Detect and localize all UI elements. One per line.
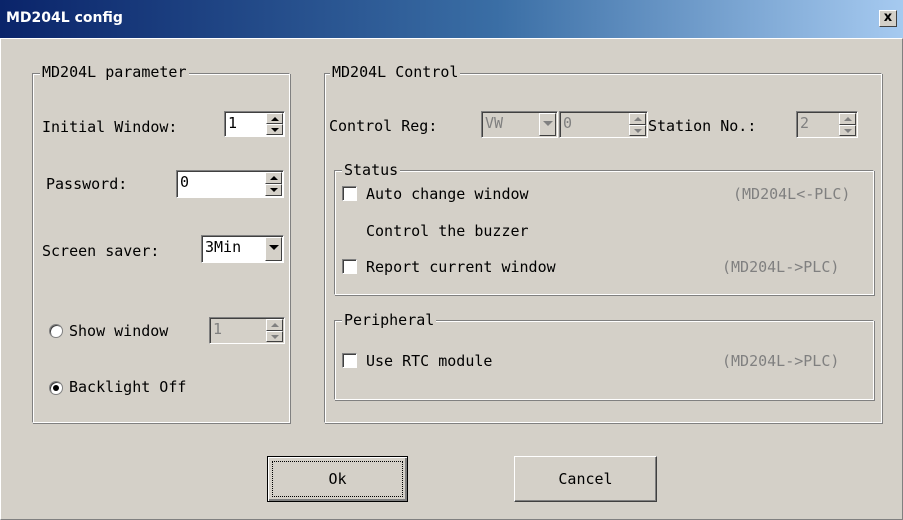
auto-change-direction: (MD204L<-PLC) [733,185,851,203]
show-window-label[interactable]: Show window [69,322,168,340]
window-title: MD204L config [6,10,123,26]
backlight-off-label[interactable]: Backlight Off [69,378,186,396]
station-no-value: 2 [800,114,810,132]
auto-change-label[interactable]: Auto change window [366,185,529,203]
spin-up-icon[interactable] [266,113,283,124]
buzzer-label: Control the buzzer [366,222,529,240]
screen-saver-dropdown[interactable]: 3Min [201,235,284,263]
chevron-down-icon[interactable] [265,237,282,261]
control-reg-type-dropdown: VW [481,111,558,138]
spin-buttons [839,113,856,136]
chevron-down-icon [539,113,556,136]
spin-buttons [266,319,283,342]
close-icon: x [883,10,893,25]
initial-window-label: Initial Window: [42,118,178,136]
cancel-button-label: Cancel [558,470,613,488]
control-reg-value: 0 [563,114,573,132]
report-window-checkbox[interactable] [342,259,357,274]
spin-up-icon [266,319,283,331]
backlight-off-radio[interactable] [49,381,63,395]
control-reg-spinner: 0 [559,111,648,138]
spin-down-icon[interactable] [266,124,283,135]
initial-window-spinner[interactable]: 1 [224,111,285,137]
spin-down-icon [266,330,283,342]
report-window-label[interactable]: Report current window [366,258,556,276]
parameter-group-legend: MD204L parameter [40,63,189,81]
control-reg-label: Control Reg: [329,117,438,135]
report-window-direction: (MD204L->PLC) [722,258,840,276]
control-reg-type-value: VW [485,114,504,132]
ok-button[interactable]: Ok [267,456,408,502]
spin-up-icon [839,113,856,125]
spin-down-icon [629,124,646,136]
spin-buttons[interactable] [266,113,283,135]
show-window-radio[interactable] [49,324,63,338]
password-label: Password: [46,175,128,193]
title-bar: MD204L config x [0,0,903,38]
auto-change-checkbox[interactable] [342,186,357,201]
status-group-legend: Status [342,161,401,179]
screen-saver-value: 3Min [205,238,242,256]
initial-window-value: 1 [228,114,238,132]
show-window-spinner: 1 [209,317,285,344]
spin-up-icon [629,113,646,125]
spin-up-icon[interactable] [265,172,282,184]
rtc-direction: (MD204L->PLC) [722,352,840,370]
show-window-value: 1 [213,320,223,338]
ok-button-label: Ok [328,470,347,488]
spin-buttons[interactable] [265,172,282,196]
password-spinner[interactable]: 0 [176,170,284,198]
close-button[interactable]: x [879,10,897,27]
password-value: 0 [180,173,190,191]
control-group-legend: MD204L Control [330,63,461,81]
peripheral-group-legend: Peripheral [342,311,437,329]
cancel-button[interactable]: Cancel [514,456,657,502]
station-no-spinner: 2 [796,111,858,138]
spin-down-icon [839,124,856,136]
spin-down-icon[interactable] [265,184,282,196]
screen-saver-label: Screen saver: [42,242,160,260]
rtc-checkbox[interactable] [342,353,357,368]
spin-buttons [629,113,646,136]
station-no-label: Station No.: [648,117,757,135]
rtc-label[interactable]: Use RTC module [366,352,492,370]
